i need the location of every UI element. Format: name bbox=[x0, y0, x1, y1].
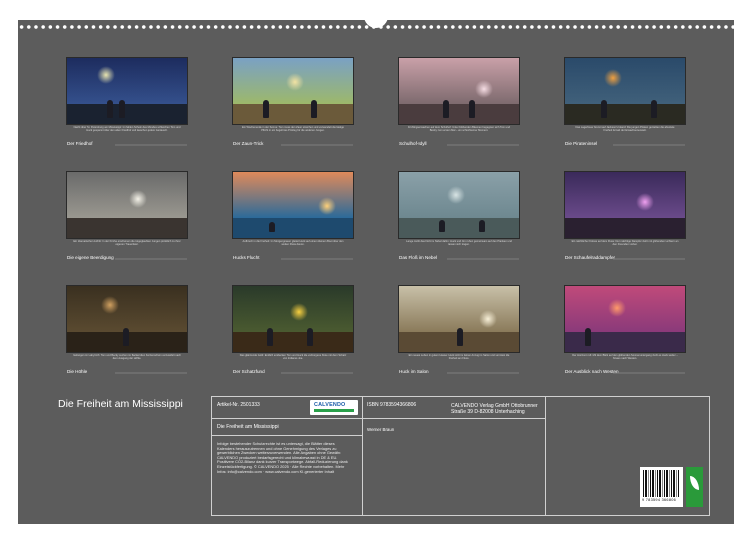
month-image[interactable] bbox=[564, 57, 686, 125]
month-image[interactable] bbox=[66, 285, 188, 353]
logo-stripe bbox=[314, 409, 354, 412]
month-title: Der Schaufelraddampfer bbox=[565, 255, 616, 260]
month-image[interactable] bbox=[66, 57, 188, 125]
month-description: Frühlingserwachen auf dem Schulhof: Unte… bbox=[407, 126, 511, 133]
month-image[interactable] bbox=[564, 285, 686, 353]
month-description: Aufbruch in die Freiheit: Im Morgengraue… bbox=[242, 240, 344, 247]
month-cell[interactable]: Frühlingserwachen auf dem Schulhof: Unte… bbox=[398, 57, 520, 149]
month-description: Ein neues Leben in gutem Hause: Huck sit… bbox=[408, 354, 510, 361]
month-title: Hucks Flucht bbox=[233, 255, 260, 260]
month-title: Der Schatzfund bbox=[233, 369, 265, 374]
month-cell[interactable]: Nacht über St. Petersburg am Mississippi… bbox=[66, 57, 188, 149]
month-image[interactable] bbox=[398, 285, 520, 353]
month-description: Nacht über St. Petersburg am Mississippi… bbox=[73, 126, 181, 133]
dot-leader bbox=[115, 144, 187, 146]
month-description: Ein Wochenende in der Sonne: Tom muss de… bbox=[242, 126, 344, 133]
month-cell[interactable]: Ein neues Leben in gutem Hause: Huck sit… bbox=[398, 285, 520, 377]
eco-leaf-badge bbox=[686, 467, 703, 507]
month-image[interactable] bbox=[398, 171, 520, 239]
month-cell[interactable]: Ein nächtlicher Koloss auf dem Fluss: De… bbox=[564, 171, 686, 263]
month-title: Huck im Salon bbox=[399, 369, 429, 374]
month-description: Ein nächtlicher Koloss auf dem Fluss: De… bbox=[571, 240, 679, 247]
month-cell[interactable]: Aufbruch in die Freiheit: Im Morgengraue… bbox=[232, 171, 354, 263]
dot-leader bbox=[115, 372, 187, 374]
product-title: Die Freiheit am Mississippi bbox=[217, 424, 279, 430]
month-title: Der Friedhof bbox=[67, 141, 93, 146]
month-title: Der Ausblick nach Westen bbox=[565, 369, 619, 374]
month-image[interactable] bbox=[398, 57, 520, 125]
month-image[interactable] bbox=[232, 171, 354, 239]
product-info-box: Artikel-Nr. 2501333 CALVENDO Die Freihei… bbox=[211, 396, 710, 516]
month-description: Gefangen im Labyrinth: Tom und Becky suc… bbox=[73, 354, 181, 361]
logo-text: CALVENDO bbox=[314, 402, 346, 408]
month-title: Das Floß im Nebel bbox=[399, 255, 438, 260]
month-image[interactable] bbox=[232, 285, 354, 353]
dot-leader bbox=[447, 372, 519, 374]
dot-leader bbox=[447, 144, 519, 146]
calendar-title: Die Freiheit am Mississippi bbox=[58, 398, 183, 410]
month-title: Der Zaun-Trick bbox=[233, 141, 264, 146]
month-cell[interactable]: Ein Wochenende in der Sonne: Tom muss de… bbox=[232, 57, 354, 149]
dot-leader bbox=[115, 258, 187, 260]
month-title: Schulhof-Idyll bbox=[399, 141, 427, 146]
month-description: Ein dramatischer Auftritt: In der Kirche… bbox=[73, 240, 181, 247]
month-title: Die eigene Beerdigung bbox=[67, 255, 114, 260]
month-description: Lange treibt das Floß im Nebel dahin: Hu… bbox=[406, 240, 512, 247]
barcode: 9 783594 366806 bbox=[640, 467, 683, 507]
author-name: Werner Braun bbox=[367, 427, 395, 432]
dot-leader bbox=[613, 258, 685, 260]
month-cell[interactable]: Das Lagerfeuer brennt auf Jackson's Isla… bbox=[564, 57, 686, 149]
month-image[interactable] bbox=[232, 57, 354, 125]
month-image[interactable] bbox=[564, 171, 686, 239]
article-number: Artikel-Nr. 2501333 bbox=[217, 402, 260, 408]
month-description: Das glänzende Gold: Endlich entdecken To… bbox=[239, 354, 347, 361]
dot-leader bbox=[613, 144, 685, 146]
dot-leader bbox=[281, 144, 353, 146]
dot-leader bbox=[281, 258, 353, 260]
month-cell[interactable]: Gefangen im Labyrinth: Tom und Becky suc… bbox=[66, 285, 188, 377]
barcode-bars bbox=[643, 470, 680, 497]
dot-leader bbox=[447, 258, 519, 260]
legal-notice: Infolge bestehender Schutzrechte ist es … bbox=[217, 441, 348, 474]
calvendo-logo: CALVENDO bbox=[310, 400, 358, 415]
month-title: Die Höhle bbox=[67, 369, 88, 374]
barcode-digits: 9 783594 366806 bbox=[642, 498, 677, 502]
isbn: ISBN 9783594366806 bbox=[367, 402, 417, 408]
dot-leader bbox=[613, 372, 685, 374]
month-title: Die Pirateninsel bbox=[565, 141, 598, 146]
month-cell[interactable]: Ein dramatischer Auftritt: In der Kirche… bbox=[66, 171, 188, 263]
leaf-icon bbox=[690, 476, 699, 490]
calendar-back-page: Nacht über St. Petersburg am Mississippi… bbox=[18, 14, 734, 524]
month-cell[interactable]: Lange treibt das Floß im Nebel dahin: Hu… bbox=[398, 171, 520, 263]
dot-leader bbox=[281, 372, 353, 374]
month-description: Das Lagerfeuer brennt auf Jackson's Isla… bbox=[575, 126, 675, 133]
month-cell[interactable]: Das glänzende Gold: Endlich entdecken To… bbox=[232, 285, 354, 377]
month-description: Der Horizont ruft: Mit dem Blick auf den… bbox=[572, 354, 678, 361]
month-image[interactable] bbox=[66, 171, 188, 239]
month-cell[interactable]: Der Horizont ruft: Mit dem Blick auf den… bbox=[564, 285, 686, 377]
publisher-address: CALVENDO Verlag GmbH Ottobrunner Straße … bbox=[451, 403, 538, 415]
